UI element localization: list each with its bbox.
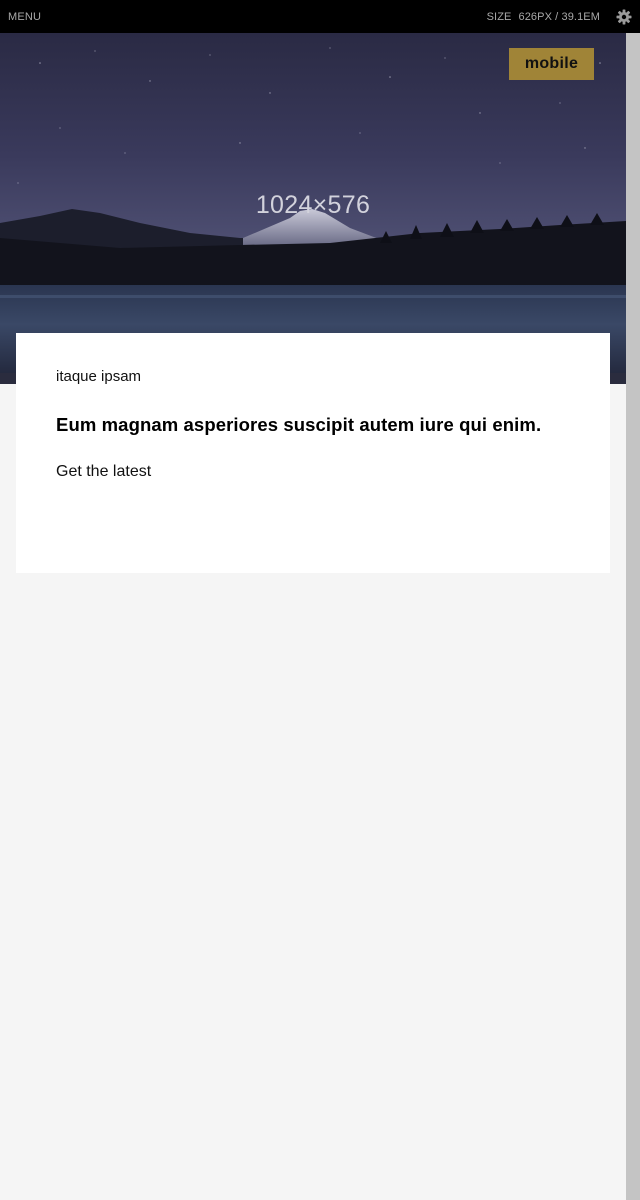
viewport-size-readout: SIZE 626PX / 39.1EM	[487, 11, 600, 23]
size-label: SIZE	[486, 11, 512, 23]
content-card: itaque ipsam Eum magnam asperiores susci…	[16, 333, 610, 573]
preview-viewport: 1024×576 mobile itaque ipsam Eum magnam …	[0, 33, 626, 1200]
hero-image: 1024×576 mobile	[0, 33, 626, 384]
get-the-latest-link[interactable]: Get the latest	[56, 462, 570, 482]
card-eyebrow: itaque ipsam	[56, 368, 142, 385]
card-headline: Eum magnam asperiores suscipit autem iur…	[56, 414, 542, 435]
menu-button[interactable]: MENU	[8, 11, 41, 23]
gear-icon[interactable]	[616, 9, 632, 25]
top-toolbar: MENU SIZE 626PX / 39.1EM	[0, 0, 640, 33]
breakpoint-badge: mobile	[509, 48, 594, 80]
image-placeholder-label: 1024×576	[255, 191, 371, 219]
size-value: 626PX / 39.1EM	[518, 11, 600, 23]
vertical-scrollbar[interactable]	[626, 33, 640, 1200]
